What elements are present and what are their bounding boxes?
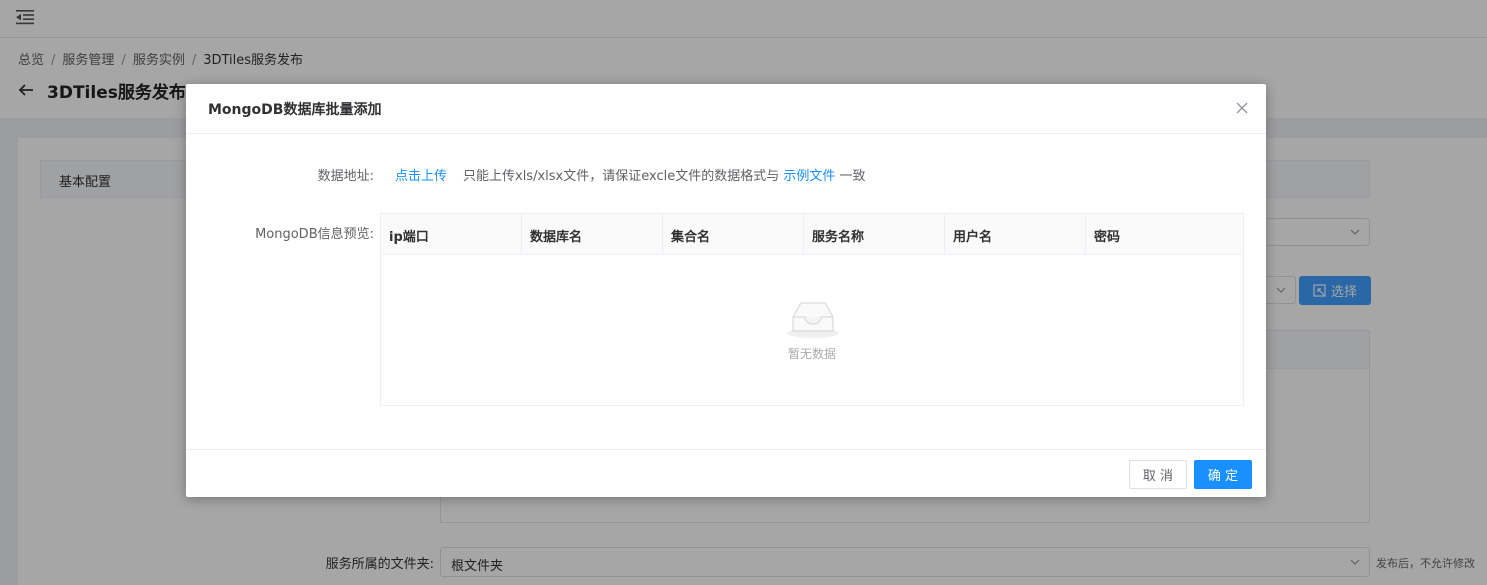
dialog-header: MongoDB数据库批量添加: [186, 84, 1266, 134]
column-header-username: 用户名: [945, 214, 1086, 255]
confirm-button[interactable]: 确 定: [1194, 460, 1252, 489]
column-header-database: 数据库名: [522, 214, 663, 255]
cancel-button[interactable]: 取 消: [1129, 460, 1187, 489]
mongodb-batch-add-dialog: MongoDB数据库批量添加 数据地址: 点击上传 只能上传xls/xlsx文件…: [186, 84, 1266, 497]
preview-label: MongoDB信息预览:: [255, 227, 374, 242]
mongodb-preview-table: ip端口 数据库名 集合名 服务名称 用户名 密码 暂无数据: [380, 213, 1244, 406]
empty-inbox-icon: [787, 302, 839, 338]
empty-text: 暂无数据: [787, 347, 836, 361]
column-header-service-name: 服务名称: [804, 214, 945, 255]
table-header: ip端口 数据库名 集合名 服务名称 用户名 密码: [381, 214, 1243, 255]
upload-hint: 只能上传xls/xlsx文件，请保证excle文件的数据格式与 示例文件 一致: [463, 165, 866, 184]
upload-hint-suffix: 一致: [839, 169, 866, 184]
sample-file-link[interactable]: 示例文件: [783, 169, 835, 184]
column-header-collection: 集合名: [663, 214, 804, 255]
dialog-footer: 取 消 确 定: [186, 449, 1266, 497]
empty-state: 暂无数据: [381, 255, 1243, 405]
column-header-password: 密码: [1094, 230, 1121, 245]
upload-link[interactable]: 点击上传: [395, 165, 447, 184]
column-header-ip-port: ip端口: [381, 214, 522, 255]
dialog-title: MongoDB数据库批量添加: [208, 102, 382, 118]
close-icon[interactable]: [1236, 102, 1248, 114]
data-address-label: 数据地址:: [317, 169, 374, 184]
upload-hint-prefix: 只能上传xls/xlsx文件，请保证excle文件的数据格式与: [463, 169, 780, 184]
